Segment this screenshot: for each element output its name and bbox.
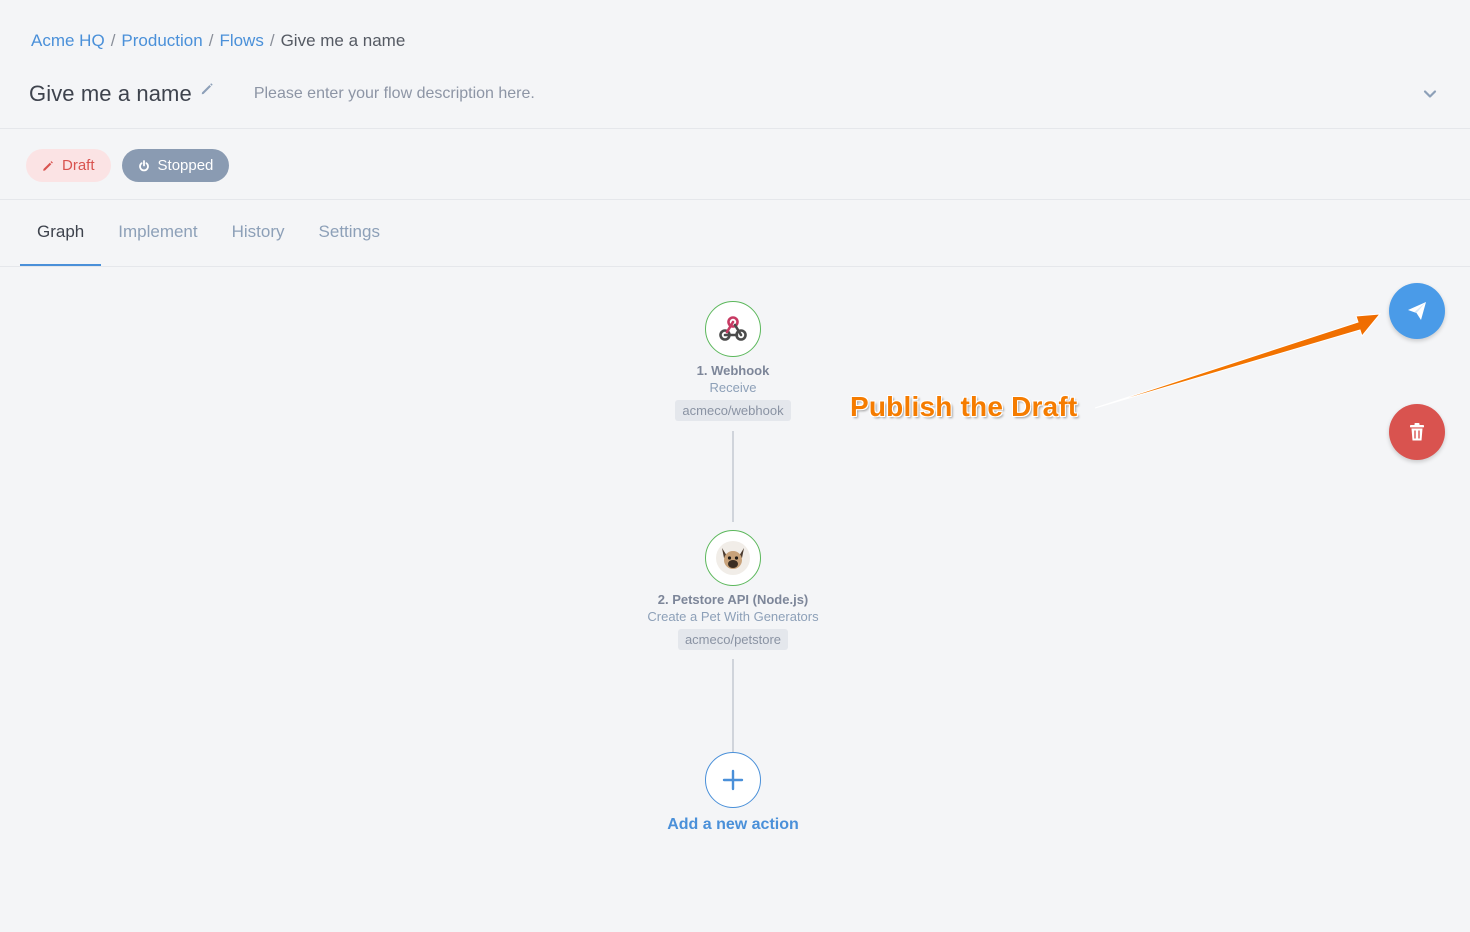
flow-title-row: Give me a name Please enter your flow de… (29, 76, 1442, 112)
node-connector (732, 659, 734, 752)
flow-editor-page: Acme HQ / Production / Flows / Give me a… (0, 0, 1470, 932)
tab-history[interactable]: History (215, 216, 302, 266)
breadcrumb-link-flows[interactable]: Flows (219, 31, 263, 51)
breadcrumb: Acme HQ / Production / Flows / Give me a… (31, 31, 405, 51)
stopped-badge[interactable]: Stopped (121, 149, 230, 182)
webhook-icon (719, 316, 747, 341)
tab-settings[interactable]: Settings (302, 216, 397, 266)
breadcrumb-separator: / (110, 31, 116, 50)
dog-avatar-icon (716, 541, 750, 575)
delete-flow-button[interactable] (1389, 404, 1445, 460)
node-connector (732, 431, 734, 522)
breadcrumb-link-production[interactable]: Production (121, 31, 202, 51)
pencil-icon (43, 160, 53, 171)
trash-icon (1410, 423, 1424, 441)
chevron-down-icon (1423, 90, 1437, 98)
expand-details-button[interactable] (1418, 82, 1442, 106)
breadcrumb-link-acme-hq[interactable]: Acme HQ (31, 31, 105, 51)
breadcrumb-separator: / (269, 31, 275, 50)
pencil-icon[interactable] (200, 82, 214, 96)
publish-draft-button[interactable] (1389, 283, 1445, 339)
annotation-arrow (1094, 313, 1382, 409)
add-action-node[interactable]: Add a new action (603, 752, 863, 834)
flow-tabs: Graph Implement History Settings (20, 216, 397, 266)
flow-node-webhook[interactable]: 1. Webhook Receive acmeco/webhook (603, 301, 863, 421)
node-title: 2. Petstore API (Node.js) (657, 592, 809, 607)
flow-title[interactable]: Give me a name (29, 81, 192, 107)
plus-icon (722, 769, 744, 791)
node-component-tag: acmeco/webhook (675, 400, 791, 421)
flow-node-petstore[interactable]: 2. Petstore API (Node.js) Create a Pet W… (603, 530, 863, 650)
node-icon-circle[interactable] (705, 301, 761, 357)
stopped-badge-label: Stopped (157, 157, 214, 174)
status-badges: Draft Stopped (26, 149, 230, 182)
draft-badge[interactable]: Draft (26, 149, 111, 182)
breadcrumb-separator: / (208, 31, 214, 50)
publish-annotation-label: Publish the Draft (850, 391, 1078, 422)
node-icon-circle[interactable] (705, 530, 761, 586)
node-component-tag: acmeco/petstore (677, 629, 789, 650)
draft-badge-label: Draft (62, 157, 95, 174)
add-action-button[interactable] (705, 752, 761, 808)
node-subtitle: Create a Pet With Generators (647, 609, 819, 624)
tab-implement[interactable]: Implement (101, 216, 214, 266)
node-subtitle: Receive (709, 380, 757, 395)
tab-graph[interactable]: Graph (20, 216, 102, 266)
badges-divider (0, 199, 1470, 200)
paper-plane-icon (1408, 302, 1426, 320)
flow-description-field[interactable]: Please enter your flow description here. (254, 85, 535, 103)
add-action-label[interactable]: Add a new action (667, 816, 799, 834)
node-title: 1. Webhook (696, 363, 770, 378)
power-icon (138, 159, 149, 171)
header-divider (0, 128, 1470, 129)
breadcrumb-current: Give me a name (280, 31, 406, 50)
tabs-divider (0, 266, 1470, 267)
